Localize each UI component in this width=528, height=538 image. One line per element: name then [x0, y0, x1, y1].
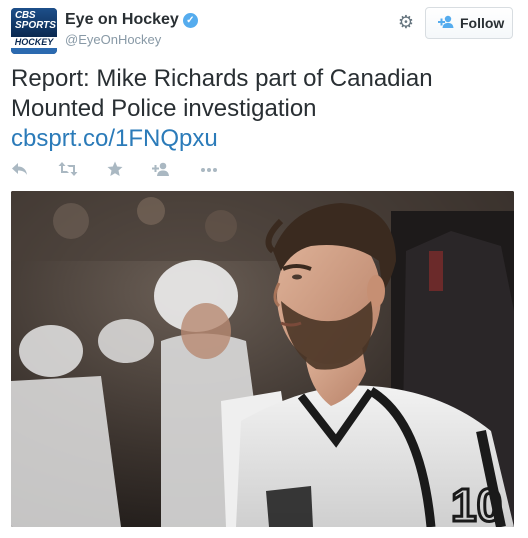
jersey-number: 10 — [451, 479, 502, 527]
favorite-icon[interactable] — [107, 161, 123, 183]
hockey-player-photo: 10 — [11, 191, 514, 527]
follow-button-label: Follow — [460, 15, 505, 31]
account-name-text[interactable]: Eye on Hockey — [65, 11, 179, 28]
verified-icon: ✓ — [182, 13, 198, 28]
avatar-logo-text-2: SPORTS — [15, 20, 56, 31]
tweet-text: Report: Mike Richards part of Canadian M… — [11, 64, 516, 154]
reply-icon[interactable] — [11, 161, 29, 183]
avatar-stripe — [11, 48, 57, 54]
tweet-link[interactable]: cbsprt.co/1FNQpxu — [11, 124, 516, 154]
gear-icon[interactable]: ⚙ — [396, 12, 416, 32]
more-icon[interactable] — [200, 161, 218, 183]
account-handle[interactable]: @EyeOnHockey — [65, 32, 161, 47]
avatar-band: HOCKEY — [11, 37, 57, 48]
follow-icon[interactable] — [152, 161, 170, 183]
tweet-body: Report: Mike Richards part of Canadian M… — [11, 65, 433, 122]
add-user-icon — [438, 15, 454, 32]
avatar[interactable]: CBS SPORTS HOCKEY — [11, 8, 57, 54]
follow-button[interactable]: Follow — [425, 7, 513, 39]
account-name[interactable]: Eye on Hockey ✓ — [65, 11, 198, 29]
retweet-icon[interactable] — [58, 161, 78, 183]
tweet-photo[interactable]: 10 — [11, 191, 514, 527]
